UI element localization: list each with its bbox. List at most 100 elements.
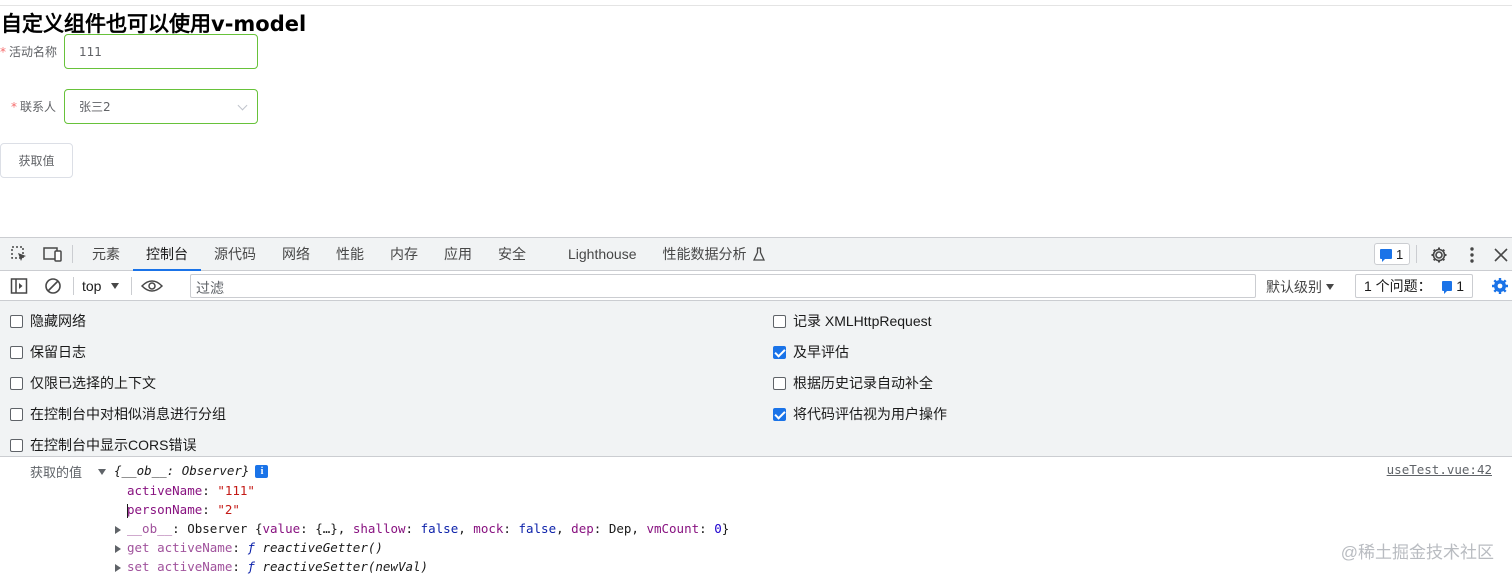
toolbar-separator [131, 276, 133, 295]
contact-label: * 联系人 [0, 98, 64, 115]
activity-label-text: 活动名称 [9, 45, 58, 59]
info-icon[interactable]: i [255, 465, 269, 478]
tab-application[interactable]: 应用 [431, 238, 485, 271]
toolbar-separator [73, 276, 74, 295]
property-key: personName [127, 502, 203, 517]
collapse-triangle-icon[interactable] [115, 544, 121, 553]
property-value: "2" [217, 502, 240, 517]
checkbox-checked[interactable] [773, 345, 786, 359]
option-preserve-log[interactable]: 保留日志 [10, 342, 86, 362]
devtools-tabbar: 元素 控制台 源代码 网络 性能 内存 应用 安全 Lighthouse 性能数… [0, 238, 1512, 271]
top-divider [0, 5, 1512, 6]
property-ob[interactable]: __ob__: Observer {value: {…}, shallow: f… [115, 521, 729, 536]
close-icon[interactable] [1490, 244, 1512, 266]
option-group-similar[interactable]: 在控制台中对相似消息进行分组 [10, 404, 226, 424]
get-value-button[interactable]: 获取值 [0, 143, 73, 178]
checkbox-checked[interactable] [773, 407, 786, 421]
tab-console[interactable]: 控制台 [133, 238, 201, 271]
checkbox[interactable] [773, 314, 786, 328]
tab-security[interactable]: 安全 [485, 238, 539, 271]
context-select-value: top [82, 277, 102, 294]
issues-button-count: 1 [1456, 278, 1464, 294]
collapse-triangle-icon[interactable] [115, 525, 121, 534]
required-mark: * [10, 100, 17, 114]
option-label: 仅限已选择的上下文 [30, 375, 156, 391]
message-icon [1441, 281, 1453, 294]
console-settings-gear-icon[interactable] [1490, 276, 1510, 296]
option-autocomplete-history[interactable]: 根据历史记录自动补全 [773, 373, 933, 393]
activity-name-input[interactable]: 111 [64, 34, 258, 69]
checkbox[interactable] [10, 345, 23, 359]
settings-gear-icon[interactable] [1428, 244, 1450, 266]
required-mark: * [0, 45, 6, 59]
getter-function: reactiveGetter() [262, 540, 383, 555]
devtools-panel: 元素 控制台 源代码 网络 性能 内存 应用 安全 Lighthouse 性能数… [0, 237, 1512, 575]
more-options-icon[interactable] [1461, 244, 1483, 266]
contact-select[interactable]: 张三2 [64, 89, 258, 124]
checkbox[interactable] [10, 376, 23, 390]
activity-name-value: 111 [79, 44, 102, 59]
option-user-activation[interactable]: 将代码评估视为用户操作 [773, 404, 947, 424]
property-value: "111" [217, 483, 255, 498]
tab-lighthouse[interactable]: Lighthouse [555, 238, 650, 271]
issues-button[interactable]: 1 个问题： 1 [1355, 274, 1473, 298]
form-row-activity: * 活动名称 111 [0, 34, 258, 69]
property-key: set activeName [127, 559, 233, 574]
tabbar-right-separator [1416, 245, 1417, 263]
option-label: 隐藏网络 [30, 313, 86, 329]
issues-button-label: 1 个问题： [1364, 278, 1432, 294]
dropdown-arrow-icon [111, 282, 120, 289]
chevron-down-icon [237, 100, 248, 111]
tab-elements[interactable]: 元素 [79, 238, 133, 271]
property-activeName: activeName: "111" [127, 483, 255, 498]
tab-memory[interactable]: 内存 [377, 238, 431, 271]
console-toolbar: top 过滤 默认级别 1 个问题： 1 [0, 271, 1512, 301]
property-setter[interactable]: set activeName: ƒ reactiveSetter(newVal) [115, 559, 428, 574]
option-label: 及早评估 [793, 344, 849, 360]
expand-triangle-icon[interactable] [98, 468, 106, 475]
tab-performance-insights[interactable]: 性能数据分析 [650, 238, 778, 271]
form-row-contact: * 联系人 张三2 [0, 89, 258, 124]
option-label: 根据历史记录自动补全 [793, 375, 933, 391]
console-output: 获取的值 {__ob__: Observer} i useTest.vue:42 … [0, 457, 1512, 574]
option-hide-network[interactable]: 隐藏网络 [10, 311, 86, 331]
checkbox[interactable] [10, 407, 23, 421]
device-toolbar-icon[interactable] [43, 244, 63, 264]
source-link[interactable]: useTest.vue:42 [1387, 462, 1492, 477]
option-log-xhr[interactable]: 记录 XMLHttpRequest [773, 311, 932, 331]
context-select[interactable]: top [76, 278, 125, 294]
option-label: 记录 XMLHttpRequest [793, 313, 932, 329]
watermark: @稀土掘金技术社区 [1340, 543, 1494, 562]
option-selected-context-only[interactable]: 仅限已选择的上下文 [10, 373, 156, 393]
issues-badge[interactable]: 1 [1374, 243, 1410, 265]
checkbox[interactable] [10, 314, 23, 328]
property-key: activeName [127, 483, 203, 498]
option-eager-evaluation[interactable]: 及早评估 [773, 342, 849, 362]
activity-label: * 活动名称 [0, 43, 64, 60]
setter-function: reactiveSetter(newVal) [262, 559, 429, 574]
inspect-element-icon[interactable] [9, 244, 29, 264]
collapse-triangle-icon[interactable] [115, 563, 121, 572]
checkbox[interactable] [773, 376, 786, 390]
option-label: 在控制台中显示CORS错误 [30, 437, 197, 453]
tabbar-separator [72, 245, 73, 263]
sidebar-toggle-icon[interactable] [9, 276, 29, 296]
log-levels-select[interactable]: 默认级别 [1266, 277, 1334, 297]
flask-icon [752, 247, 765, 261]
live-expression-eye-icon[interactable] [140, 276, 164, 296]
option-label: 保留日志 [30, 344, 86, 360]
log-message-label: 获取的值 [30, 465, 83, 480]
option-show-cors-errors[interactable]: 在控制台中显示CORS错误 [10, 435, 196, 455]
property-getter[interactable]: get activeName: ƒ reactiveGetter() [115, 540, 383, 555]
filter-input[interactable]: 过滤 [190, 274, 1256, 298]
tab-network[interactable]: 网络 [269, 238, 323, 271]
object-summary[interactable]: {__ob__: Observer} i [98, 463, 269, 478]
property-key: __ob__ [127, 521, 173, 536]
dropdown-arrow-icon [1326, 284, 1334, 290]
log-levels-label: 默认级别 [1266, 279, 1322, 295]
clear-console-icon[interactable] [43, 276, 63, 296]
property-key: get activeName [127, 540, 233, 555]
tab-sources[interactable]: 源代码 [201, 238, 269, 271]
tab-performance[interactable]: 性能 [323, 238, 377, 271]
checkbox[interactable] [10, 438, 23, 452]
